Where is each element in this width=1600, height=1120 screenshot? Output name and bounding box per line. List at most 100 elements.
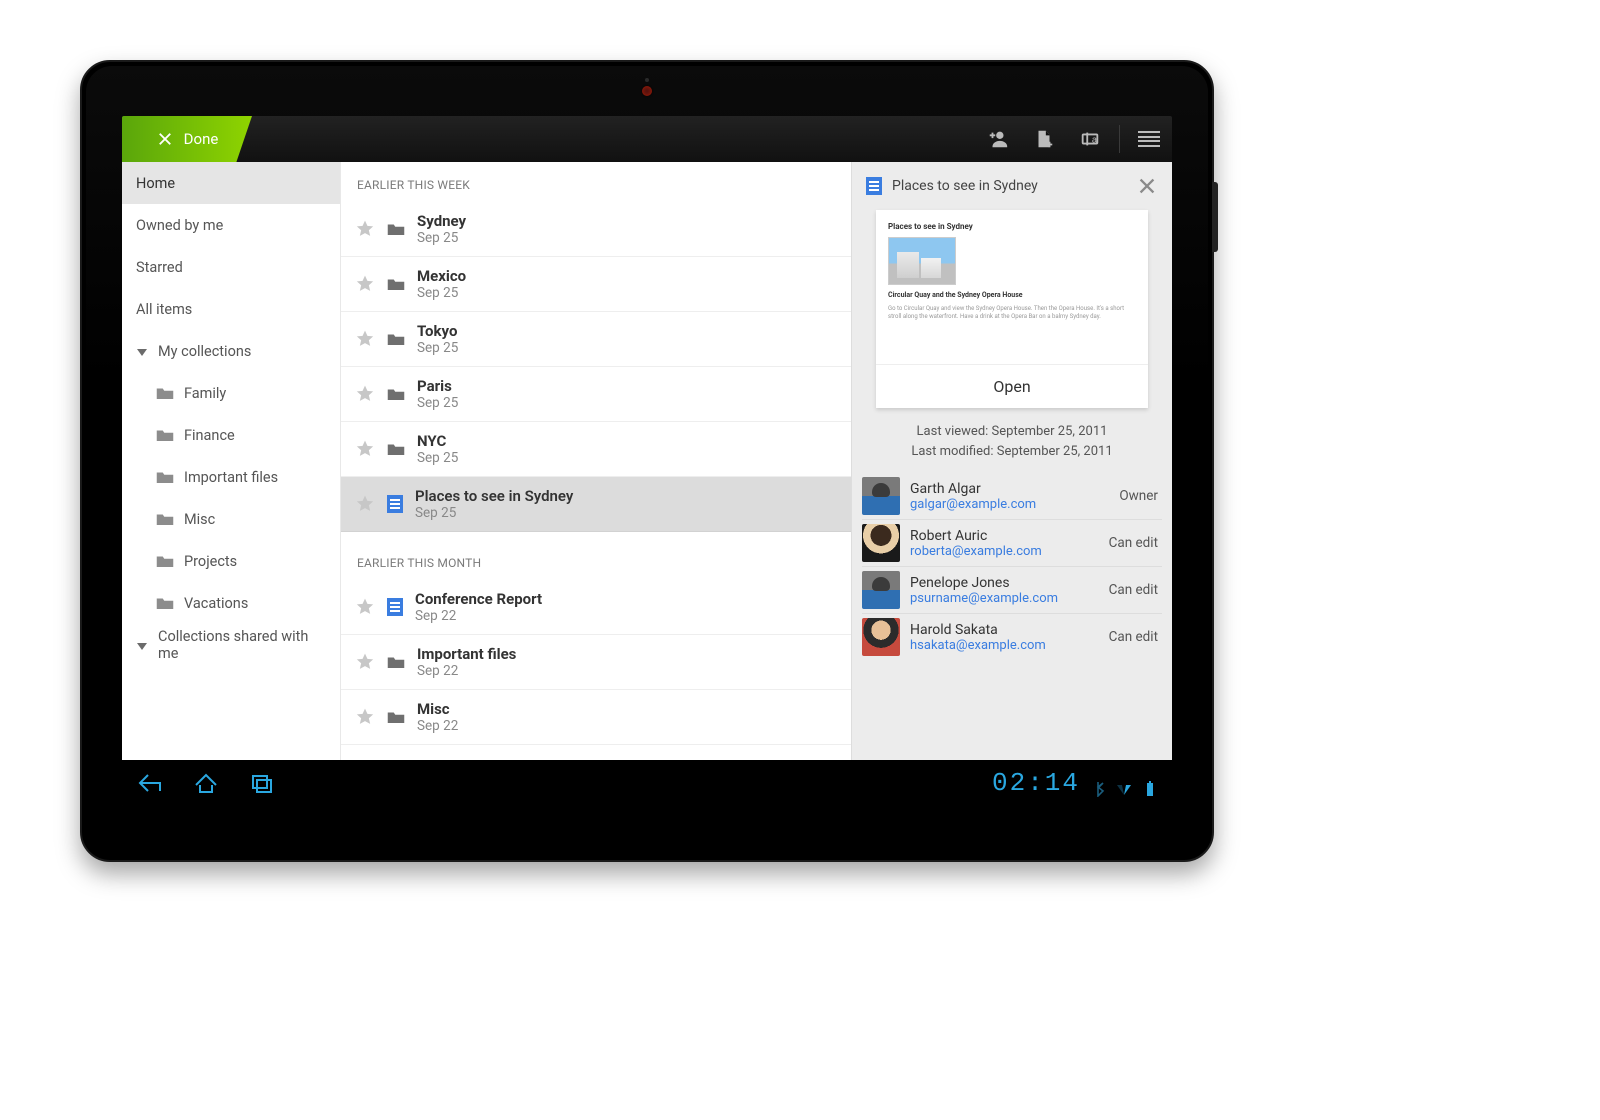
folder-icon — [156, 470, 174, 484]
sidebar-item-label: Starred — [136, 259, 183, 276]
power-button — [1212, 182, 1218, 252]
open-button-label: Open — [993, 377, 1030, 396]
row-title: Sydney — [417, 212, 466, 230]
action-bar: Done a — [122, 116, 1172, 162]
done-label: Done — [184, 130, 219, 148]
folder-icon — [387, 708, 405, 726]
person-role: Can edit — [1109, 629, 1162, 645]
front-camera — [642, 86, 652, 96]
sidebar-section-shared[interactable]: Collections shared with me — [122, 624, 340, 666]
document-icon — [866, 177, 882, 195]
open-button[interactable]: Open — [876, 364, 1148, 408]
person-email: hsakata@example.com — [910, 638, 1046, 653]
row-title: Misc — [417, 700, 458, 718]
star-icon[interactable] — [355, 707, 375, 727]
new-document-icon[interactable] — [1021, 116, 1067, 162]
people-list: Garth Algargalgar@example.comOwnerRobert… — [862, 473, 1162, 660]
sidebar-collection-item[interactable]: Misc — [122, 498, 340, 540]
sidebar: Home Owned by me Starred All items My co… — [122, 162, 341, 760]
row-date: Sep 25 — [417, 395, 458, 411]
document-icon — [387, 495, 403, 513]
list-row[interactable]: MiscSep 22 — [341, 690, 851, 745]
collection-label: Family — [184, 385, 226, 402]
preview-thumbnail: Places to see in Sydney Circular Quay an… — [876, 210, 1148, 364]
add-person-icon[interactable] — [975, 116, 1021, 162]
person-role: Owner — [1119, 488, 1162, 504]
recent-apps-icon[interactable] — [248, 771, 276, 795]
sidebar-item-all-items[interactable]: All items — [122, 288, 340, 330]
folder-icon — [156, 386, 174, 400]
collection-label: Important files — [184, 469, 278, 486]
sidebar-section-label: Collections shared with me — [158, 628, 326, 662]
list-row[interactable]: TokyoSep 25 — [341, 312, 851, 367]
list-row[interactable]: ParisSep 25 — [341, 367, 851, 422]
divider — [1119, 125, 1120, 153]
sidebar-section-my-collections[interactable]: My collections — [122, 330, 340, 372]
document-list[interactable]: EARLIER THIS WEEK SydneySep 25MexicoSep … — [341, 162, 851, 760]
chevron-down-icon — [136, 345, 148, 357]
collection-label: Vacations — [184, 595, 248, 612]
row-title: Places to see in Sydney — [415, 487, 573, 505]
avatar — [862, 571, 900, 609]
sidebar-item-home[interactable]: Home — [122, 162, 340, 204]
section-header-week: EARLIER THIS WEEK — [341, 162, 851, 202]
avatar — [862, 618, 900, 656]
star-icon[interactable] — [355, 439, 375, 459]
row-title: Important files — [417, 645, 516, 663]
home-icon[interactable] — [192, 771, 220, 795]
row-title: NYC — [417, 432, 458, 450]
preview-heading: Circular Quay and the Sydney Opera House — [888, 291, 1136, 299]
folder-icon — [156, 554, 174, 568]
section-header-month: EARLIER THIS MONTH — [341, 532, 851, 580]
folder-icon — [156, 428, 174, 442]
sidebar-collection-item[interactable]: Important files — [122, 456, 340, 498]
person-row[interactable]: Robert Auricroberta@example.comCan edit — [862, 520, 1162, 567]
row-date: Sep 25 — [417, 230, 466, 246]
close-icon — [156, 130, 174, 148]
person-row[interactable]: Penelope Jonespsurname@example.comCan ed… — [862, 567, 1162, 614]
person-email: galgar@example.com — [910, 497, 1036, 512]
sidebar-collection-item[interactable]: Finance — [122, 414, 340, 456]
star-icon[interactable] — [355, 274, 375, 294]
sidebar-collection-item[interactable]: Projects — [122, 540, 340, 582]
list-row[interactable]: NYCSep 25 — [341, 422, 851, 477]
list-row[interactable]: Conference ReportSep 22 — [341, 580, 851, 635]
sidebar-collection-item[interactable]: Vacations — [122, 582, 340, 624]
bluetooth-icon — [1090, 775, 1106, 791]
back-icon[interactable] — [136, 771, 164, 795]
done-button[interactable]: Done — [122, 116, 252, 162]
list-row[interactable]: Places to see in SydneySep 25 — [341, 477, 851, 532]
star-icon[interactable] — [355, 384, 375, 404]
avatar — [862, 524, 900, 562]
star-icon[interactable] — [355, 494, 375, 514]
overflow-menu-icon[interactable] — [1126, 116, 1172, 162]
star-icon[interactable] — [355, 219, 375, 239]
wifi-icon — [1116, 775, 1132, 791]
sidebar-item-starred[interactable]: Starred — [122, 246, 340, 288]
sidebar-section-label: My collections — [158, 343, 251, 360]
star-icon[interactable] — [355, 597, 375, 617]
sidebar-item-label: Owned by me — [136, 217, 223, 234]
row-title: Mexico — [417, 267, 466, 285]
battery-icon — [1142, 775, 1158, 791]
clock-time: 02:14 — [992, 768, 1080, 798]
row-date: Sep 25 — [417, 285, 466, 301]
sidebar-item-owned-by-me[interactable]: Owned by me — [122, 204, 340, 246]
close-details-button[interactable] — [1136, 175, 1158, 197]
star-icon[interactable] — [355, 652, 375, 672]
row-date: Sep 25 — [417, 450, 458, 466]
list-row[interactable]: MexicoSep 25 — [341, 257, 851, 312]
person-row[interactable]: Garth Algargalgar@example.comOwner — [862, 473, 1162, 520]
person-row[interactable]: Harold Sakatahsakata@example.comCan edit — [862, 614, 1162, 660]
preview-body-lines: Go to Circular Quay and view the Sydney … — [888, 305, 1136, 322]
collection-label: Projects — [184, 553, 237, 570]
sidebar-item-label: All items — [136, 301, 192, 318]
sidebar-collection-item[interactable]: Family — [122, 372, 340, 414]
folder-icon — [387, 653, 405, 671]
folder-icon — [387, 440, 405, 458]
row-date: Sep 22 — [415, 608, 542, 624]
star-icon[interactable] — [355, 329, 375, 349]
list-row[interactable]: SydneySep 25 — [341, 202, 851, 257]
rename-icon[interactable]: a — [1067, 116, 1113, 162]
list-row[interactable]: Important filesSep 22 — [341, 635, 851, 690]
